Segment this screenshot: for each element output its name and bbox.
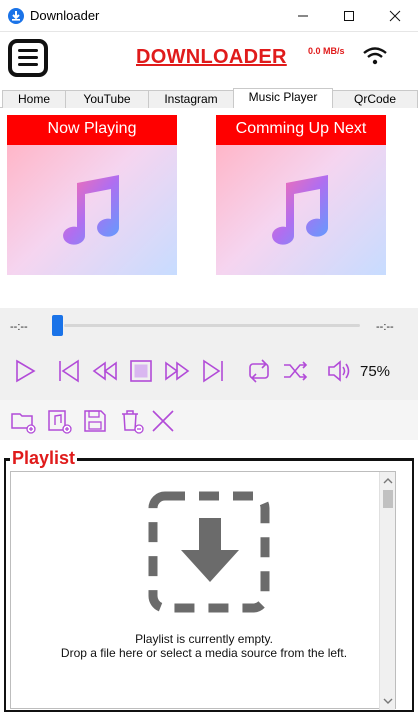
media-panel: Now Playing Comming Up Next xyxy=(2,108,416,308)
seek-thumb[interactable] xyxy=(52,315,63,336)
save-playlist-icon[interactable] xyxy=(82,408,108,434)
remaining-time: --:-- xyxy=(376,321,394,333)
shuffle-button[interactable] xyxy=(282,358,308,384)
stop-button[interactable] xyxy=(128,358,154,384)
tab-music-player[interactable]: Music Player xyxy=(233,88,333,109)
elapsed-time: --:-- xyxy=(10,321,28,333)
up-next-art xyxy=(216,145,386,275)
skip-previous-button[interactable] xyxy=(56,358,82,384)
window-title: Downloader xyxy=(30,8,100,23)
playlist-toolbar xyxy=(0,400,418,440)
scroll-thumb[interactable] xyxy=(383,490,393,508)
title-bar: Downloader xyxy=(0,0,418,32)
now-playing-card: Now Playing xyxy=(7,115,177,275)
close-button[interactable] xyxy=(372,0,418,32)
remove-icon[interactable] xyxy=(150,408,176,434)
up-next-header: Comming Up Next xyxy=(216,115,386,145)
playlist-scrollbar[interactable] xyxy=(379,472,395,710)
volume-icon[interactable] xyxy=(326,358,352,384)
tab-qrcode[interactable]: QrCode xyxy=(332,90,418,108)
scroll-up-icon[interactable] xyxy=(380,474,396,488)
empty-line-2: Drop a file here or select a media sourc… xyxy=(60,646,348,660)
menu-button[interactable] xyxy=(8,39,48,77)
minimize-button[interactable] xyxy=(280,0,326,32)
window-footer xyxy=(0,712,418,728)
playlist-drop-zone[interactable]: Playlist is currently empty. Drop a file… xyxy=(10,471,397,710)
now-playing-art xyxy=(7,145,177,275)
maximize-button[interactable] xyxy=(326,0,372,32)
volume-level: 75% xyxy=(360,363,391,380)
tab-bar: Home YouTube Instagram Music Player QrCo… xyxy=(0,88,418,109)
playlist-group: Playlist is currently empty. Drop a file… xyxy=(4,458,414,712)
music-note-icon xyxy=(63,175,120,245)
fast-forward-button[interactable] xyxy=(164,358,190,384)
tab-instagram[interactable]: Instagram xyxy=(148,90,234,108)
playlist-title: Playlist xyxy=(10,448,78,469)
playlist-empty-message: Playlist is currently empty. Drop a file… xyxy=(11,632,397,660)
scroll-down-icon[interactable] xyxy=(380,694,396,708)
app-header: DOWNLOADER 0.0 MB/s xyxy=(0,32,418,88)
add-folder-icon[interactable] xyxy=(10,408,36,434)
empty-line-1: Playlist is currently empty. xyxy=(135,632,273,646)
tab-youtube[interactable]: YouTube xyxy=(65,90,149,108)
skip-next-button[interactable] xyxy=(200,358,226,384)
brand-title: DOWNLOADER xyxy=(136,46,287,68)
up-next-card: Comming Up Next xyxy=(216,115,386,275)
seek-bar[interactable] xyxy=(64,324,360,327)
player-controls: --:-- --:-- 75% xyxy=(0,308,418,400)
download-speed: 0.0 MB/s xyxy=(308,46,345,56)
tab-home[interactable]: Home xyxy=(2,90,66,108)
app-download-icon xyxy=(8,8,24,24)
rewind-button[interactable] xyxy=(92,358,118,384)
wifi-icon xyxy=(362,46,388,71)
add-music-icon[interactable] xyxy=(46,408,72,434)
now-playing-header: Now Playing xyxy=(7,115,177,145)
repeat-button[interactable] xyxy=(246,358,272,384)
drop-download-icon xyxy=(148,491,270,613)
clear-playlist-icon[interactable] xyxy=(118,408,144,434)
play-button[interactable] xyxy=(12,358,38,384)
music-note-icon xyxy=(272,175,329,245)
